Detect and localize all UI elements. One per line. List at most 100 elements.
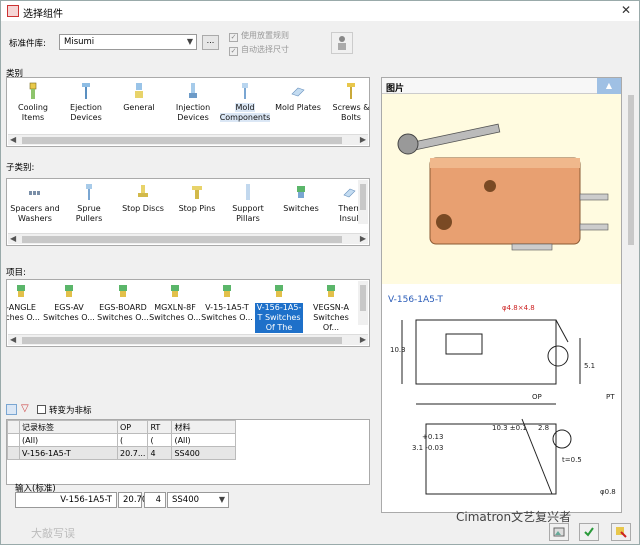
browse-button[interactable]: ... — [202, 35, 219, 50]
mold-components-icon — [242, 83, 248, 99]
scroll-thumb[interactable] — [360, 184, 366, 210]
filter-record-tag[interactable]: (All) — [19, 433, 118, 447]
ok-button[interactable] — [579, 523, 599, 541]
use-placement-rule-label: 使用放置规则 — [241, 31, 289, 40]
item-vegsn-a[interactable]: VEGSN-A Switches Of... — [305, 282, 357, 333]
subcategory-item-stop-discs[interactable]: Stop Discs — [117, 183, 169, 214]
category-item-general[interactable]: General — [113, 82, 165, 113]
preview-mode-button[interactable] — [549, 523, 569, 541]
scroll-left-icon[interactable]: ◀ — [10, 234, 16, 243]
table-filter-row: (All) ( ( (All) — [7, 433, 237, 447]
mold-plates-icon — [291, 87, 305, 97]
thermal-insulation-icon — [343, 188, 356, 198]
window-title: 选择组件 — [23, 9, 63, 20]
items-vscroll[interactable] — [358, 281, 368, 325]
dim-pt: PT — [606, 393, 615, 401]
chevron-down-icon: ▼ — [186, 37, 193, 46]
subcategory-item-stop-pins[interactable]: Stop Pins — [171, 183, 223, 214]
subcategory-item-label: Therr Insul — [338, 204, 360, 223]
filter-icon[interactable] — [6, 404, 17, 415]
subcategory-item-spacers[interactable]: Spacers and Washers — [9, 183, 61, 224]
component-info-button[interactable] — [331, 32, 353, 54]
input-op-field[interactable]: 20.700 — [118, 492, 153, 508]
subcategory-item-support-pillars[interactable]: Support Pillars — [222, 183, 274, 224]
dim-hole: φ4.8×4.8 — [502, 304, 535, 312]
subcategory-item-label: Switches — [283, 204, 319, 213]
items-scrollbar[interactable]: ◀ ▶ — [8, 334, 368, 345]
drawing-top-view — [401, 319, 581, 495]
filter-material[interactable]: (All) — [171, 433, 237, 447]
items-label: 项目: — [6, 268, 26, 278]
close-icon[interactable]: ✕ — [621, 3, 631, 17]
scroll-left-icon[interactable]: ◀ — [10, 335, 16, 344]
cancel-button[interactable] — [611, 523, 631, 541]
subcategory-scrollbar[interactable]: ◀ ▶ — [8, 233, 368, 244]
subcategory-item-sprue-pullers[interactable]: Sprue Pullers — [63, 183, 115, 224]
filter-op[interactable]: ( — [116, 433, 149, 447]
title-bar: 选择组件 ✕ — [1, 1, 639, 21]
category-item-ejection[interactable]: Ejection Devices — [60, 82, 112, 123]
cell-material[interactable]: SS400 — [171, 446, 237, 460]
preview-scrollbar[interactable] — [626, 77, 636, 513]
scroll-thumb[interactable] — [360, 285, 366, 311]
subcategory-vscroll[interactable] — [358, 180, 368, 224]
use-placement-rule-checkbox[interactable]: ✓ 使用放置规则 — [229, 30, 289, 42]
category-scrollbar[interactable]: ◀ ▶ — [8, 134, 368, 145]
scroll-thumb[interactable] — [22, 236, 342, 243]
category-item-mold-components[interactable]: Mold Components — [219, 82, 271, 123]
subcategory-item-label: Spacers and Washers — [10, 204, 60, 223]
table-row[interactable]: V-156-1A5-T 20.7... 4 SS400 — [7, 446, 237, 460]
dim-side: 5.1 — [584, 362, 595, 370]
item-mgxln-8f[interactable]: MGXLN-8F Switches O... — [149, 282, 201, 323]
switch-item-icon — [65, 285, 73, 297]
subcategory-panel: Spacers and Washers Sprue Pullers Stop D… — [6, 178, 370, 246]
scroll-right-icon[interactable]: ▶ — [360, 234, 366, 243]
scroll-thumb[interactable] — [22, 337, 342, 344]
item-angle[interactable]: -ANGLE tches O... — [7, 282, 43, 323]
switch-item-icon — [327, 285, 335, 297]
category-item-screws[interactable]: Screws & Bolts — [325, 82, 369, 123]
std-lib-select[interactable]: Misumi ▼ — [59, 34, 197, 50]
dim-d2: 2.8 — [538, 424, 549, 432]
input-rt-field[interactable]: 4 — [144, 492, 166, 508]
non-std-checkbox[interactable] — [37, 405, 46, 414]
subcategory-item-switches[interactable]: Switches — [275, 183, 327, 214]
category-item-label: General — [123, 103, 155, 112]
item-v-156-1a5-t[interactable]: V-156-1A5-T Switches Of The — [253, 282, 305, 333]
item-label: MGXLN-8F Switches O... — [149, 303, 201, 322]
input-name-field[interactable]: V-156-1A5-T — [15, 492, 117, 508]
cell-op[interactable]: 20.7... — [116, 446, 149, 460]
std-lib-label: 标准件库: — [9, 39, 46, 49]
cell-record-tag[interactable]: V-156-1A5-T — [19, 446, 118, 460]
item-egs-board[interactable]: EGS-BOARD Switches O... — [95, 282, 151, 323]
part-name-label: V-156-1A5-T — [388, 295, 443, 305]
item-egs-av[interactable]: EGS-AV Switches O... — [43, 282, 95, 323]
scroll-left-icon[interactable]: ◀ — [10, 135, 16, 144]
auto-size-checkbox[interactable]: ✓ 自动选择尺寸 — [229, 44, 289, 56]
app-icon — [7, 5, 19, 17]
stop-pins-icon — [192, 186, 202, 199]
scroll-thumb[interactable] — [22, 137, 342, 144]
scroll-thumb[interactable] — [628, 95, 634, 245]
collapse-icon[interactable]: ▲ — [597, 78, 621, 94]
std-lib-value: Misumi — [64, 37, 95, 47]
header-material[interactable]: 材料 — [171, 420, 237, 434]
header-record-tag[interactable]: 记录标签 — [19, 420, 118, 434]
subcategory-item-label: Sprue Pullers — [75, 204, 103, 223]
scroll-right-icon[interactable]: ▶ — [360, 335, 366, 344]
funnel-icon[interactable]: ▽ — [21, 403, 29, 414]
item-v-15-1a5-t[interactable]: V-15-1A5-T Switches O... — [201, 282, 253, 323]
input-material-select[interactable]: SS400 ▼ — [167, 492, 229, 508]
spacers-icon — [29, 191, 40, 195]
bottom-bar: 大敲写误 Cimatron文艺复兴者 — [1, 510, 639, 544]
category-item-cooling[interactable]: Cooling Items — [7, 82, 59, 123]
dim-d5: t=0.5 — [562, 456, 582, 464]
cell-rt[interactable]: 4 — [147, 446, 173, 460]
scroll-right-icon[interactable]: ▶ — [360, 135, 366, 144]
category-item-mold-plates[interactable]: Mold Plates — [272, 82, 324, 113]
header-op[interactable]: OP — [116, 420, 149, 434]
header-rt[interactable]: RT — [147, 420, 173, 434]
subcategory-item-label: Stop Pins — [178, 204, 216, 213]
filter-rt[interactable]: ( — [147, 433, 173, 447]
category-item-injection[interactable]: Injection Devices — [167, 82, 219, 123]
